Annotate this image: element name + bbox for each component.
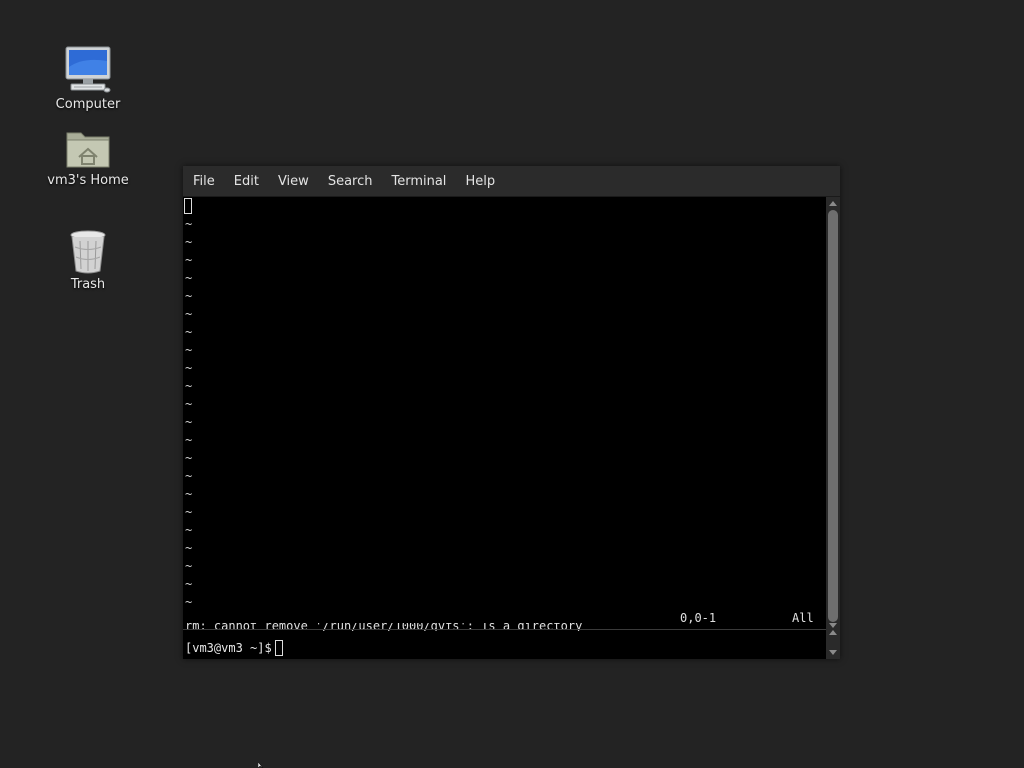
- desktop-icon-computer[interactable]: Computer: [43, 45, 133, 112]
- vim-tilde-line: ~: [185, 559, 193, 573]
- menu-view[interactable]: View: [278, 174, 309, 189]
- vim-tilde-line: ~: [185, 451, 193, 465]
- terminal-scrollbar[interactable]: [826, 197, 840, 659]
- vim-cursor: [184, 198, 192, 214]
- vim-tilde-line: ~: [185, 379, 193, 393]
- vim-tilde-line: ~: [185, 433, 193, 447]
- terminal-window[interactable]: File Edit View Search Terminal Help ~ ~ ~ ~…: [183, 166, 840, 659]
- divider: [183, 629, 826, 630]
- vim-tilde-line: ~: [185, 541, 193, 555]
- vim-tilde-line: ~: [185, 361, 193, 375]
- vim-tilde-line: ~: [185, 487, 193, 501]
- terminal-menubar: File Edit View Search Terminal Help: [183, 166, 840, 197]
- desktop-icon-label: Trash: [70, 277, 106, 292]
- desktop-icon-label: Computer: [55, 97, 121, 112]
- scroll-down-icon[interactable]: [829, 650, 837, 655]
- vim-tilde-line: ~: [185, 235, 193, 249]
- vim-cursor-position: 0,0-1: [680, 611, 717, 625]
- scroll-thumb[interactable]: [828, 210, 838, 622]
- shell-prompt-line: [vm3@vm3 ~]$: [185, 640, 283, 656]
- menu-file[interactable]: File: [193, 174, 215, 189]
- vim-tilde-line: ~: [185, 289, 193, 303]
- shell-prompt: [vm3@vm3 ~]$: [185, 641, 272, 655]
- desktop-icon-label: vm3's Home: [47, 173, 129, 188]
- menu-edit[interactable]: Edit: [234, 174, 259, 189]
- vim-tilde-line: ~: [185, 271, 193, 285]
- computer-icon: [65, 46, 111, 93]
- desktop-icon-trash[interactable]: Trash: [43, 229, 133, 292]
- scroll-down-icon[interactable]: [829, 623, 837, 628]
- vim-tilde-line: ~: [185, 217, 193, 231]
- vim-scroll-scope: All: [792, 611, 814, 625]
- vim-tilde-line: ~: [185, 595, 193, 609]
- menu-search[interactable]: Search: [328, 174, 373, 189]
- menu-terminal[interactable]: Terminal: [391, 174, 446, 189]
- vim-tilde-line: ~: [185, 469, 193, 483]
- vim-tilde-line: ~: [185, 343, 193, 357]
- vim-tilde-line: ~: [185, 253, 193, 267]
- trash-icon: [70, 230, 106, 274]
- vim-tilde-line: ~: [185, 505, 193, 519]
- vim-tilde-line: ~: [185, 415, 193, 429]
- menu-help[interactable]: Help: [465, 174, 495, 189]
- home-folder-icon: [66, 132, 110, 168]
- scroll-up-icon[interactable]: [829, 630, 837, 635]
- vim-tilde-line: ~: [185, 307, 193, 321]
- terminal-output[interactable]: ~ ~ ~ ~ ~ ~ ~ ~ ~ ~ ~ ~ ~ ~ ~ ~ ~ ~ ~ ~ ~ ~ 0,0-1 All rm: can…: [183, 197, 826, 659]
- vim-tilde-line: ~: [185, 523, 193, 537]
- mouse-pointer-icon: [258, 762, 264, 768]
- desktop: Computer vm3's Home Trash File Edit View: [0, 0, 1024, 768]
- vim-ruler: 0,0-1 All: [680, 611, 814, 659]
- vim-tilde-line: ~: [185, 325, 193, 339]
- scroll-up-icon[interactable]: [829, 201, 837, 206]
- desktop-icon-home[interactable]: vm3's Home: [43, 127, 133, 188]
- vim-tilde-line: ~: [185, 397, 193, 411]
- shell-cursor: [274, 640, 283, 656]
- vim-tilde-line: ~: [185, 577, 193, 591]
